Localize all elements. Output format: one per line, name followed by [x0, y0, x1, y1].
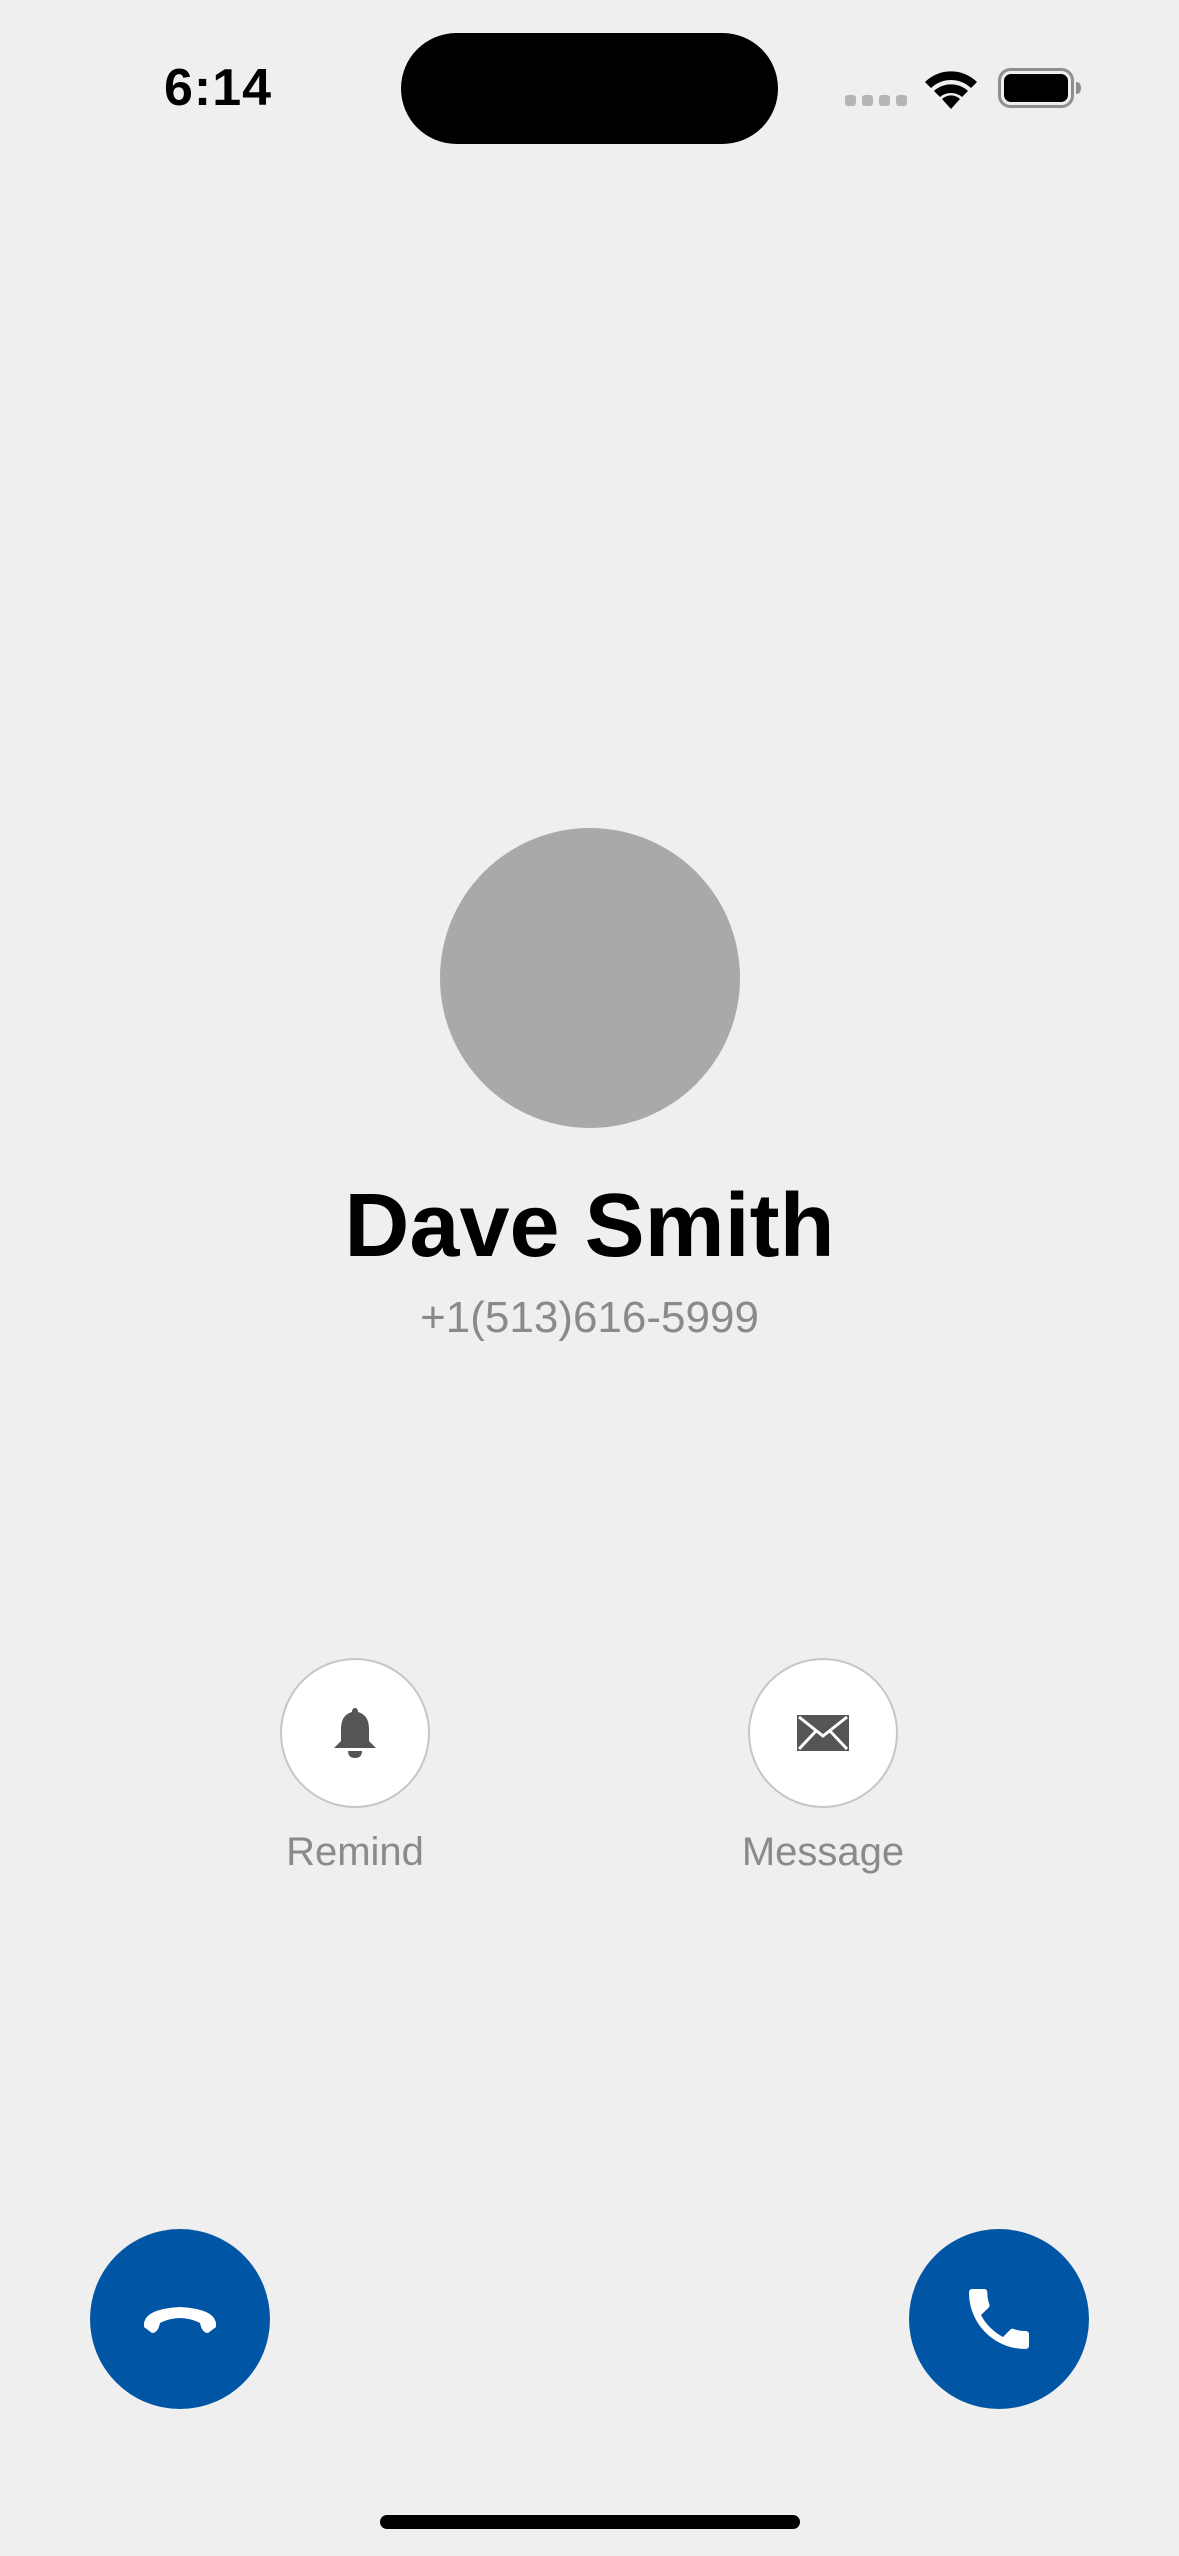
phone-accept-icon	[969, 2289, 1029, 2349]
message-action[interactable]: Message	[703, 1658, 943, 1875]
caller-avatar	[440, 828, 740, 1128]
phone-decline-icon	[143, 2307, 217, 2333]
wifi-icon	[925, 71, 977, 109]
status-time: 6:14	[164, 59, 273, 117]
caller-number: +1(513)616-5999	[420, 1293, 759, 1342]
remind-action[interactable]: Remind	[235, 1658, 475, 1875]
message-label: Message	[741, 1830, 905, 1874]
bell-icon	[334, 1708, 376, 1758]
cellular-signal-icon	[845, 95, 907, 106]
remind-button[interactable]	[280, 1658, 430, 1808]
home-indicator[interactable]	[380, 2515, 800, 2529]
dynamic-island	[401, 33, 778, 144]
remind-label: Remind	[286, 1830, 424, 1874]
message-button[interactable]	[748, 1658, 898, 1808]
envelope-icon	[797, 1715, 849, 1751]
accept-call-button[interactable]	[909, 2229, 1089, 2409]
battery-icon	[998, 68, 1081, 108]
decline-call-button[interactable]	[90, 2229, 270, 2409]
caller-name: Dave Smith	[344, 1176, 835, 1276]
